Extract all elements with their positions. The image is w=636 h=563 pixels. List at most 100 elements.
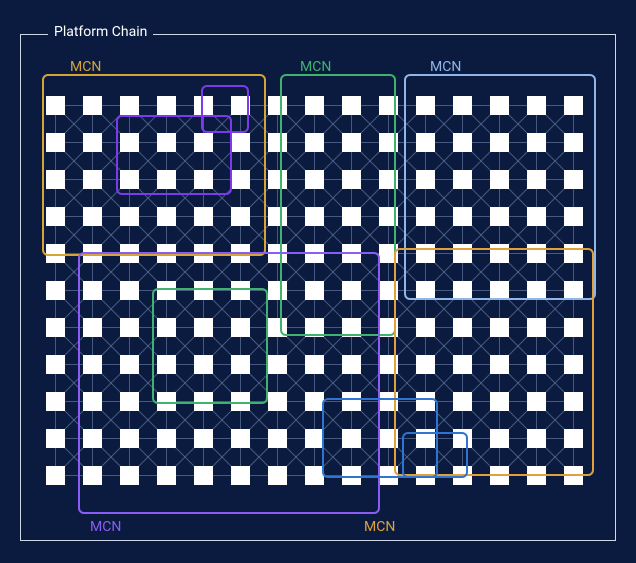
- node-square: [231, 429, 250, 448]
- node-square: [305, 170, 324, 189]
- node-square: [268, 281, 287, 300]
- mcn-label: MCN: [66, 60, 105, 74]
- node-square: [527, 318, 546, 337]
- node-square: [342, 207, 361, 226]
- node-square: [231, 355, 250, 374]
- node-square: [194, 244, 213, 263]
- node-square: [83, 318, 102, 337]
- node-square: [231, 170, 250, 189]
- node-square: [305, 392, 324, 411]
- node-square: [194, 207, 213, 226]
- node-square: [379, 96, 398, 115]
- node-square: [268, 133, 287, 152]
- node-square: [46, 133, 65, 152]
- node-square: [379, 170, 398, 189]
- node-square: [379, 355, 398, 374]
- node-square: [527, 96, 546, 115]
- node-square: [564, 392, 583, 411]
- node-square: [490, 96, 509, 115]
- node-square: [527, 207, 546, 226]
- node-square: [490, 466, 509, 485]
- node-square: [416, 429, 435, 448]
- node-square: [416, 355, 435, 374]
- node-square: [416, 207, 435, 226]
- node-square: [453, 170, 472, 189]
- node-square: [157, 281, 176, 300]
- node-square: [379, 281, 398, 300]
- node-square: [564, 466, 583, 485]
- node-square: [453, 281, 472, 300]
- node-square: [120, 318, 139, 337]
- node-square: [157, 355, 176, 374]
- node-square: [342, 170, 361, 189]
- node-square: [194, 96, 213, 115]
- mcn-label: MCN: [360, 520, 399, 534]
- node-square: [379, 466, 398, 485]
- node-square: [157, 244, 176, 263]
- node-square: [490, 244, 509, 263]
- node-square: [120, 170, 139, 189]
- node-square: [157, 466, 176, 485]
- node-square: [120, 96, 139, 115]
- node-square: [46, 429, 65, 448]
- node-square: [342, 429, 361, 448]
- node-square: [305, 133, 324, 152]
- node-square: [490, 318, 509, 337]
- node-square: [157, 392, 176, 411]
- node-grid: [0, 0, 636, 563]
- node-square: [527, 170, 546, 189]
- node-square: [564, 133, 583, 152]
- node-square: [527, 355, 546, 374]
- node-square: [416, 281, 435, 300]
- node-square: [120, 244, 139, 263]
- node-square: [342, 244, 361, 263]
- node-square: [453, 466, 472, 485]
- node-square: [231, 392, 250, 411]
- node-square: [453, 318, 472, 337]
- mcn-label: MCN: [86, 520, 125, 534]
- node-square: [342, 466, 361, 485]
- node-square: [342, 281, 361, 300]
- node-square: [46, 244, 65, 263]
- node-square: [305, 281, 324, 300]
- node-square: [527, 244, 546, 263]
- node-square: [416, 133, 435, 152]
- node-square: [268, 96, 287, 115]
- node-square: [83, 96, 102, 115]
- node-square: [490, 355, 509, 374]
- node-square: [83, 281, 102, 300]
- node-square: [453, 96, 472, 115]
- node-square: [564, 429, 583, 448]
- node-square: [83, 466, 102, 485]
- node-square: [268, 318, 287, 337]
- node-square: [416, 318, 435, 337]
- node-square: [564, 244, 583, 263]
- node-square: [416, 466, 435, 485]
- node-square: [194, 355, 213, 374]
- node-square: [453, 392, 472, 411]
- node-square: [83, 429, 102, 448]
- node-square: [157, 429, 176, 448]
- node-square: [564, 207, 583, 226]
- node-square: [379, 244, 398, 263]
- node-square: [305, 429, 324, 448]
- node-square: [305, 244, 324, 263]
- node-square: [564, 355, 583, 374]
- node-square: [564, 96, 583, 115]
- node-square: [268, 244, 287, 263]
- node-square: [527, 392, 546, 411]
- node-square: [46, 466, 65, 485]
- node-square: [453, 355, 472, 374]
- node-square: [379, 133, 398, 152]
- node-square: [490, 207, 509, 226]
- node-square: [342, 133, 361, 152]
- node-square: [120, 281, 139, 300]
- node-square: [305, 355, 324, 374]
- node-square: [564, 170, 583, 189]
- node-square: [490, 429, 509, 448]
- node-square: [157, 318, 176, 337]
- node-square: [46, 355, 65, 374]
- node-square: [453, 207, 472, 226]
- node-square: [453, 244, 472, 263]
- node-square: [342, 96, 361, 115]
